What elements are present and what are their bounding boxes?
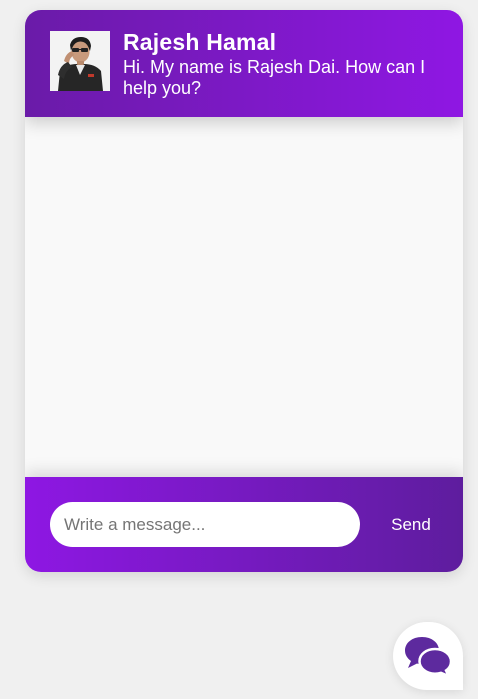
chat-footer: Send [25, 477, 463, 572]
chat-launcher-button[interactable] [393, 622, 463, 690]
avatar [50, 31, 110, 91]
contact-name: Rajesh Hamal [123, 29, 277, 55]
send-button[interactable]: Send [375, 502, 447, 547]
chat-header: Rajesh Hamal Hi. My name is Rajesh Dai. … [25, 10, 463, 117]
chat-window: Rajesh Hamal Hi. My name is Rajesh Dai. … [25, 10, 463, 572]
greeting-text: Hi. My name is Rajesh Dai. How can I hel… [123, 57, 426, 98]
message-list[interactable] [25, 117, 463, 477]
person-photo-icon [50, 31, 110, 91]
message-input[interactable] [50, 502, 360, 547]
chat-bubbles-icon [405, 637, 452, 677]
